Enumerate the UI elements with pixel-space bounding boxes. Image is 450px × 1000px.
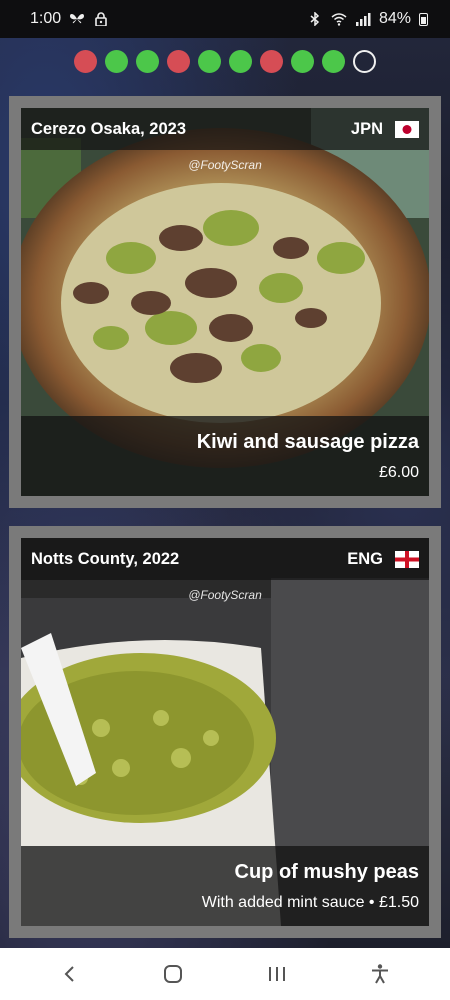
progress-dots <box>0 50 450 76</box>
food-card-inner[interactable]: Cerezo Osaka, 2023 JPN @FootyScran Kiwi … <box>21 108 429 496</box>
butterfly-icon <box>70 14 85 24</box>
progress-dot-red <box>260 50 283 73</box>
card-header: Notts County, 2022 ENG <box>21 538 429 580</box>
progress-dot-green <box>198 50 221 73</box>
country-group: JPN <box>351 120 419 139</box>
navigation-bar <box>0 948 450 1000</box>
dish-name: Kiwi and sausage pizza <box>196 430 419 453</box>
back-button[interactable] <box>54 958 86 990</box>
battery-percent: 84% <box>378 10 411 27</box>
country-code: JPN <box>350 119 383 138</box>
card-header: Cerezo Osaka, 2023 JPN <box>21 108 429 150</box>
food-card[interactable]: Notts County, 2022 ENG @FootyScran Cup o… <box>9 526 441 938</box>
back-icon <box>64 966 74 982</box>
wifi-icon <box>331 13 347 26</box>
progress-dot-green <box>105 50 128 73</box>
club-season: Cerezo Osaka, 2023 <box>31 119 187 138</box>
progress-dot-green <box>291 50 314 73</box>
accessibility-icon <box>372 964 389 984</box>
home-button[interactable] <box>157 958 189 990</box>
country-code: ENG <box>347 549 383 568</box>
accessibility-button[interactable] <box>364 958 396 990</box>
watermark: @FootyScran <box>188 588 262 602</box>
dish-price: £6.00 <box>378 463 419 481</box>
signal-icon <box>355 13 371 26</box>
japan-flag-icon <box>395 120 419 138</box>
dish-name: Cup of mushy peas <box>234 860 419 883</box>
card-footer: Kiwi and sausage pizza £6.00 <box>21 416 429 496</box>
england-flag-icon <box>395 550 419 568</box>
progress-dot-green <box>322 50 345 73</box>
recents-icon <box>268 967 285 981</box>
status-bar: 1:00 84% <box>0 0 450 38</box>
status-left: 1:00 <box>30 10 109 28</box>
battery-icon <box>419 12 428 26</box>
country-group: ENG <box>347 550 419 569</box>
lock-icon <box>95 12 107 26</box>
watermark: @FootyScran <box>188 158 262 172</box>
progress-dot-red <box>74 50 97 73</box>
food-card[interactable]: Cerezo Osaka, 2023 JPN @FootyScran Kiwi … <box>9 96 441 508</box>
food-card-inner[interactable]: Notts County, 2022 ENG @FootyScran Cup o… <box>21 538 429 926</box>
progress-dot-empty <box>353 50 376 73</box>
progress-dot-green <box>229 50 252 73</box>
status-right: 84% <box>307 10 428 28</box>
home-icon <box>164 965 183 983</box>
bluetooth-icon <box>310 12 320 26</box>
progress-dot-green <box>136 50 159 73</box>
dish-price: With added mint sauce • £1.50 <box>201 893 419 911</box>
clock: 1:00 <box>30 10 62 27</box>
progress-dot-red <box>167 50 190 73</box>
club-season: Notts County, 2022 <box>31 549 180 568</box>
recents-button[interactable] <box>261 958 293 990</box>
card-footer: Cup of mushy peas With added mint sauce … <box>21 846 429 926</box>
